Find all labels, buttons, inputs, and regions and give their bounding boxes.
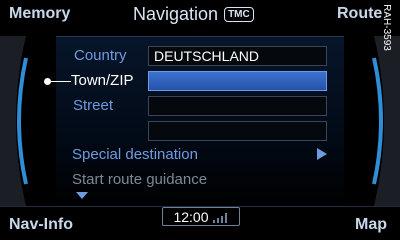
clock: 12:00 (173, 208, 209, 225)
map-softkey[interactable]: Map (355, 216, 387, 234)
street-field[interactable] (148, 96, 327, 116)
route-softkey[interactable]: Route (337, 5, 382, 23)
special-destination-item[interactable]: Special destination (72, 146, 198, 163)
country-label: Country (74, 47, 127, 64)
scroll-down-icon (76, 192, 88, 199)
house-number-field[interactable] (148, 121, 327, 141)
nav-info-softkey[interactable]: Nav-Info (9, 216, 73, 234)
reference-code-text: RAH-3593 (380, 3, 392, 51)
left-bezel-arc (0, 36, 28, 206)
selection-bullet-icon (44, 78, 51, 85)
street-label: Street (73, 97, 114, 114)
country-field[interactable]: DEUTSCHLAND (148, 46, 327, 66)
town-zip-field[interactable] (148, 71, 327, 91)
memory-softkey[interactable]: Memory (9, 5, 70, 23)
play-triangle-icon[interactable] (317, 148, 327, 160)
selection-line (51, 81, 71, 82)
page-title: Navigation TMC (133, 4, 254, 25)
tmc-badge: TMC (224, 7, 254, 22)
start-route-guidance-item: Start route guidance (72, 171, 208, 188)
nav-screen: Memory Navigation TMC Route RAH-3593 Cou… (0, 0, 400, 240)
signal-bars-icon (212, 212, 227, 223)
right-bezel-arc (372, 36, 400, 206)
title-text: Navigation (133, 4, 219, 24)
town-zip-label: Town/ZIP (71, 72, 134, 89)
status-box: 12:00 (162, 207, 240, 226)
reference-code: RAH-3593 (378, 2, 394, 52)
